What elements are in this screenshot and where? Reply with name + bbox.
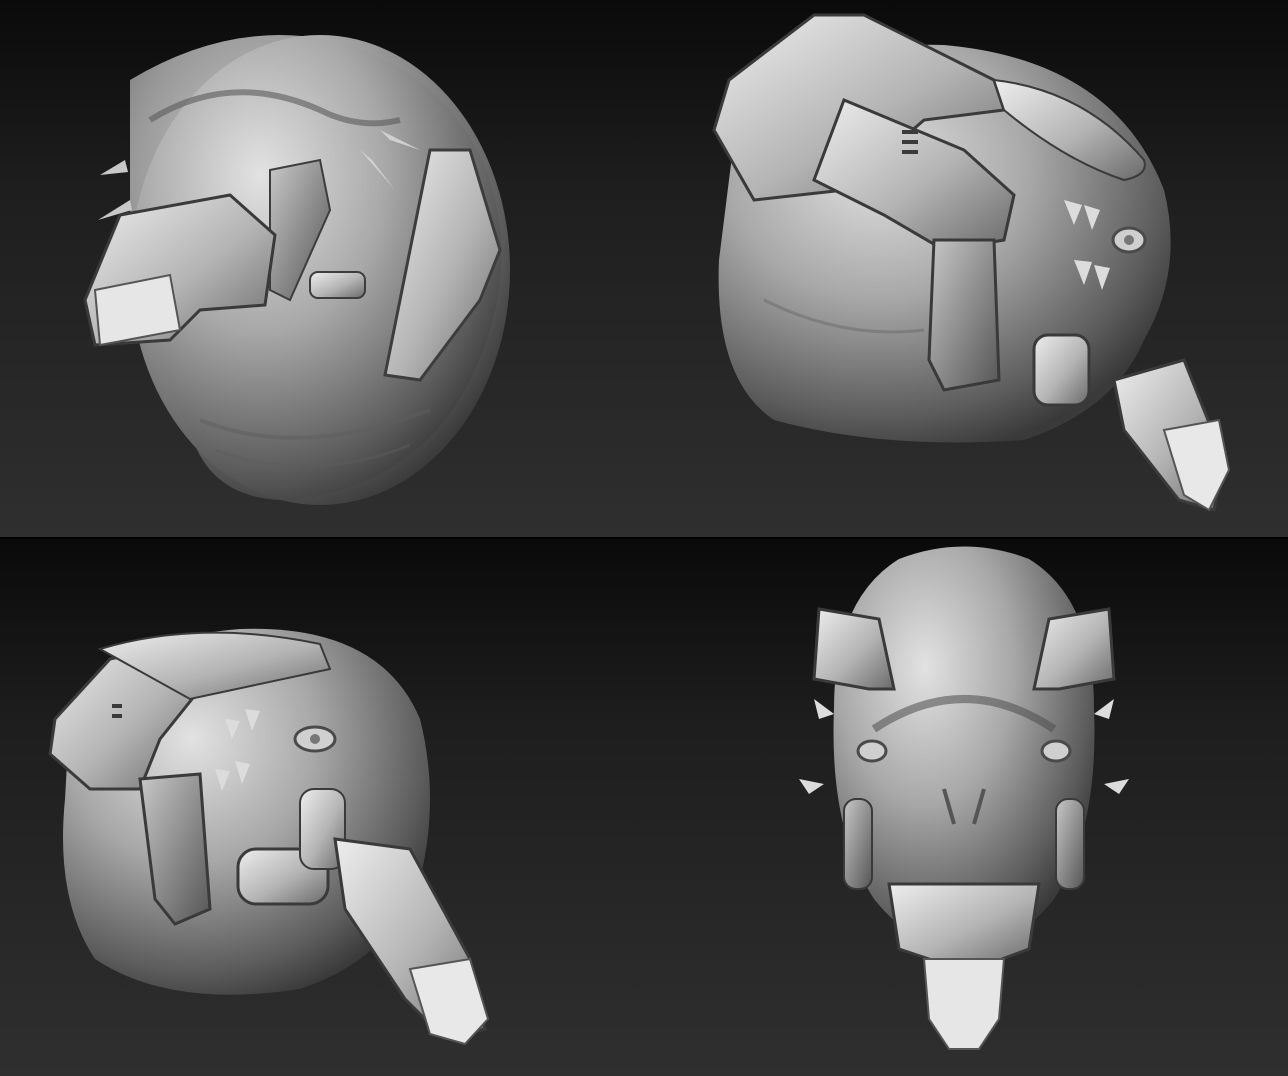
render-view-left-profile bbox=[644, 0, 1288, 537]
render-view-right-three-quarter bbox=[0, 539, 644, 1076]
creature-head-left-profile bbox=[712, 13, 1231, 512]
render-view-three-quarter-low bbox=[0, 0, 644, 537]
sculpt-render-sheet: { "views": [ {"id": "three-quarter-low",… bbox=[0, 0, 1288, 1076]
creature-head-three-quarter-low bbox=[83, 35, 510, 505]
creature-head-right-three-quarter bbox=[48, 628, 490, 1046]
creature-head-front bbox=[799, 546, 1129, 1050]
render-view-front bbox=[644, 539, 1288, 1076]
